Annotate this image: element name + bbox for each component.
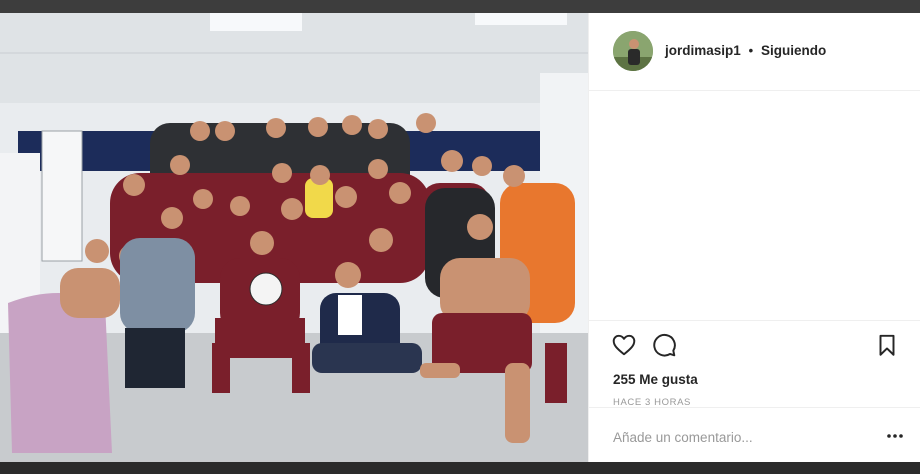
username-row: jordimasip1 • Siguiendo [665,43,826,58]
comment-icon[interactable] [651,332,677,358]
username-link[interactable]: jordimasip1 [665,43,741,58]
heart-icon[interactable] [611,332,637,358]
separator-dot: • [748,43,754,58]
avatar[interactable] [613,31,653,71]
comment-section [589,407,920,462]
page-bottom-strip [0,462,920,474]
team-celebration-image [0,13,588,462]
comment-input[interactable] [613,428,863,446]
profile-picture [613,31,653,71]
post-header: jordimasip1 • Siguiendo [589,13,920,91]
bookmark-icon[interactable] [874,332,900,358]
post-details-panel: jordimasip1 • Siguiendo 255 Me gusta HAC… [588,13,920,462]
post-photo[interactable] [0,13,588,462]
likes-count[interactable]: 255 Me gusta [613,372,698,387]
following-button[interactable]: Siguiendo [761,43,826,58]
more-options-icon[interactable] [885,426,905,446]
browser-top-bar [0,0,920,13]
